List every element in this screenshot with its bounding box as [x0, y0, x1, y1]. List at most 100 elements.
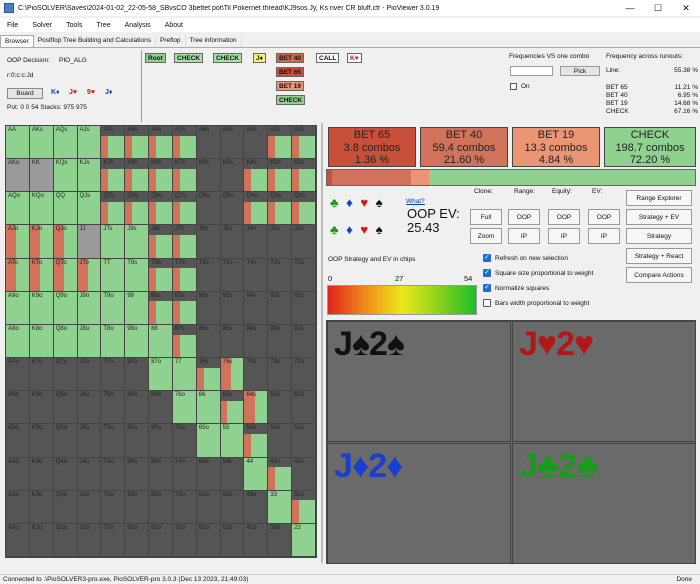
hand-cell[interactable]: J9o — [77, 291, 102, 325]
menu-tree[interactable]: Tree — [89, 22, 117, 29]
hand-cell[interactable]: 92o — [125, 523, 150, 557]
hand-cell[interactable]: 98o — [125, 324, 150, 359]
combo-card[interactable]: J♦2♦ — [327, 443, 511, 564]
hand-cell[interactable]: 64s — [244, 391, 269, 425]
hand-cell[interactable]: T3o — [101, 490, 126, 524]
menu-file[interactable]: File — [0, 22, 25, 29]
hand-cell[interactable]: A2s — [292, 126, 316, 160]
maximize-button[interactable]: ☐ — [644, 3, 672, 14]
hand-cell[interactable]: T2o — [101, 523, 126, 557]
action-box-bet19[interactable]: BET 19 13.3 combos 4.84 % — [512, 127, 600, 167]
hand-cell[interactable]: K7o — [29, 358, 54, 392]
hand-cell[interactable]: J4s — [244, 225, 269, 259]
hand-cell[interactable]: A9o — [6, 291, 30, 325]
hand-cell[interactable]: A8s — [149, 126, 173, 160]
hand-cell[interactable]: J9s — [125, 225, 150, 259]
tab-tree-information[interactable]: Tree information — [186, 35, 242, 47]
hand-cell[interactable]: 42o — [244, 523, 269, 557]
hand-cell[interactable]: Q8o — [53, 324, 78, 359]
hand-cell[interactable]: 74o — [172, 457, 197, 491]
action-box-bet65[interactable]: BET 65 3.8 combos 1.36 % — [328, 127, 416, 167]
bars-width-checkbox[interactable]: Bars width proportional to weight — [483, 299, 589, 307]
hand-cell[interactable]: KJo — [29, 225, 54, 259]
hand-cell[interactable]: KQs — [53, 159, 78, 193]
hand-cell[interactable]: 87o — [149, 358, 173, 392]
hand-cell[interactable]: A8o — [6, 324, 30, 359]
hand-cell[interactable]: JTo — [77, 258, 102, 292]
hand-cell[interactable]: 83o — [149, 490, 173, 524]
hand-cell[interactable]: 93o — [125, 490, 150, 524]
minimize-button[interactable]: — — [616, 3, 644, 13]
hand-cell[interactable]: Q3o — [53, 490, 78, 524]
hand-cell[interactable]: K9o — [29, 291, 54, 325]
hand-cell[interactable]: A3o — [6, 490, 30, 524]
hand-cell[interactable]: JTs — [101, 225, 126, 259]
hand-cell[interactable]: K6o — [29, 391, 54, 425]
hand-cell[interactable]: Q9s — [125, 192, 150, 226]
hand-cell[interactable]: 96s — [196, 291, 221, 325]
hand-cell[interactable]: J6s — [196, 225, 221, 259]
hand-cell[interactable]: KK — [29, 159, 54, 193]
tree-node-check[interactable]: CHECK — [213, 53, 243, 63]
tree-node-bet19[interactable]: BET 19 — [276, 81, 305, 91]
normalize-checkbox[interactable]: ✓ Normalize squares — [483, 284, 549, 292]
hand-cell[interactable]: Q5s — [220, 192, 245, 226]
menu-solver[interactable]: Solver — [25, 22, 59, 29]
hand-cell[interactable]: Q7o — [53, 358, 78, 392]
range-explorer-button[interactable]: Range Explorer — [626, 190, 692, 206]
hand-cell[interactable]: KQo — [29, 192, 54, 226]
hand-cell[interactable]: T5o — [101, 424, 126, 458]
hand-cell[interactable]: T4o — [101, 457, 126, 491]
spade-filter-icon[interactable]: ♠ — [376, 222, 383, 237]
hand-cell[interactable]: K4o — [29, 457, 54, 491]
heart-filter-icon[interactable]: ♥ — [360, 222, 368, 237]
hand-cell[interactable]: K3s — [268, 159, 293, 193]
tree-node-bet40[interactable]: BET 40 — [276, 53, 305, 63]
range-oop-button[interactable]: OOP — [508, 209, 540, 225]
hand-cell[interactable]: 44 — [244, 457, 269, 491]
hand-cell[interactable]: 76o — [172, 391, 197, 425]
hand-cell[interactable]: 87s — [172, 324, 197, 359]
pick-button[interactable]: Pick — [560, 66, 600, 76]
hand-cell[interactable]: 83s — [268, 324, 293, 359]
zoom-button[interactable]: Zoom — [470, 228, 502, 244]
club-filter-icon[interactable]: ♣ — [330, 222, 339, 237]
ev-ip-button[interactable]: IP — [588, 228, 620, 244]
menu-about[interactable]: About — [158, 22, 190, 29]
hand-cell[interactable]: T7s — [172, 258, 197, 292]
tree-node-bet65[interactable]: BET 65 — [276, 67, 305, 77]
hand-cell[interactable]: J3o — [77, 490, 102, 524]
hand-cell[interactable]: J5s — [220, 225, 245, 259]
hand-cell[interactable]: A5s — [220, 126, 245, 160]
hand-cell[interactable]: 95o — [125, 424, 150, 458]
hand-cell[interactable]: 54o — [220, 457, 245, 491]
hand-cell[interactable]: 62s — [292, 391, 316, 425]
hand-cell[interactable]: T7o — [101, 358, 126, 392]
hand-cell[interactable]: 64o — [196, 457, 221, 491]
hand-cell[interactable]: J2o — [77, 523, 102, 557]
hand-cell[interactable]: 86s — [196, 324, 221, 359]
hand-cell[interactable]: 72o — [172, 523, 197, 557]
hand-cell[interactable]: J6o — [77, 391, 102, 425]
hand-cell[interactable]: 76s — [196, 358, 221, 392]
hand-cell[interactable]: J7o — [77, 358, 102, 392]
hand-cell[interactable]: Q8s — [149, 192, 173, 226]
tab-browser[interactable]: Browser — [0, 35, 34, 47]
hand-cell[interactable]: Q2o — [53, 523, 78, 557]
spade-filter-icon[interactable]: ♠ — [376, 195, 383, 210]
hand-cell[interactable]: 43s — [268, 457, 293, 491]
tab-preflop[interactable]: Preflop — [156, 35, 186, 47]
hand-cell[interactable]: 97o — [125, 358, 150, 392]
hand-cell[interactable]: 85o — [149, 424, 173, 458]
hand-cell[interactable]: ATo — [6, 258, 30, 292]
hand-cell[interactable]: Q6o — [53, 391, 78, 425]
hand-cell[interactable]: 92s — [292, 291, 316, 325]
hand-cell[interactable]: 75s — [220, 358, 245, 392]
hand-cell[interactable]: J8s — [149, 225, 173, 259]
hand-cell[interactable]: K3o — [29, 490, 54, 524]
hand-cell[interactable]: AJo — [6, 225, 30, 259]
hand-cell[interactable]: 86o — [149, 391, 173, 425]
hand-cell[interactable]: KTs — [101, 159, 126, 193]
hand-cell[interactable]: 43o — [244, 490, 269, 524]
hand-cell[interactable]: 62o — [196, 523, 221, 557]
